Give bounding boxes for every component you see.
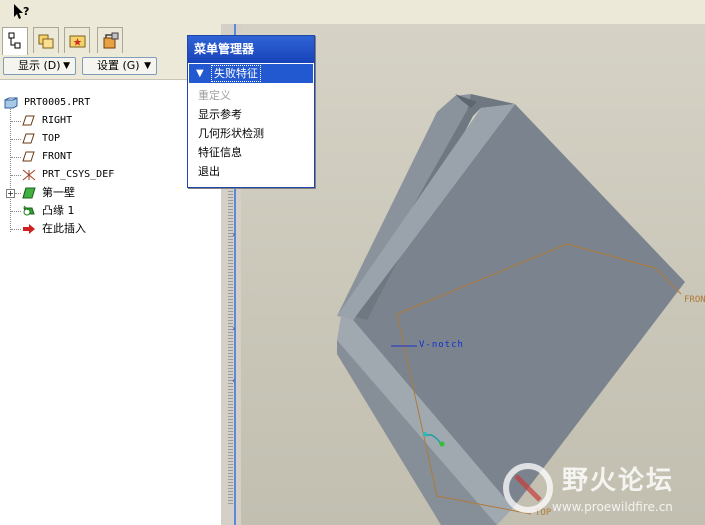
tab-model-tree[interactable] — [2, 27, 28, 55]
show-dropdown-button[interactable]: 显示 (D) ▼ — [3, 57, 76, 75]
datum-front-label[interactable]: FRONT — [684, 295, 705, 305]
tree-item-label: 第一壁 — [42, 186, 75, 199]
dropdown-arrow-icon: ▼ — [63, 61, 70, 71]
sheetmetal-wall-icon — [22, 187, 36, 199]
menu-manager-header[interactable]: ▼ 失败特征 — [189, 64, 313, 83]
tree-connector — [11, 229, 21, 230]
tree-connector — [11, 157, 21, 158]
menu-manager-dialog: 菜单管理器 ▼ 失败特征 重定义 显示参考 几何形状检测 特征信息 退出 — [187, 35, 315, 188]
menu-item-geometry-check[interactable]: 几何形状检测 — [198, 124, 264, 143]
tree-connector — [15, 193, 21, 194]
menu-item-show-ref[interactable]: 显示参考 — [198, 105, 242, 124]
collapse-arrow-icon[interactable]: › — [232, 324, 235, 333]
part-icon — [4, 97, 18, 109]
model-tree-icon — [8, 32, 21, 49]
tree-connector — [11, 175, 21, 176]
coordinate-system-icon — [22, 169, 36, 181]
top-toolbar: ? — [0, 0, 705, 25]
forum-watermark: 野火论坛 www.proewildfire.cn — [496, 456, 701, 522]
tree-connector — [10, 100, 11, 232]
settings-button-label: 设置 (G) — [97, 59, 140, 72]
collapse-triangle-icon[interactable]: ▼ — [196, 64, 204, 83]
favorites-icon — [69, 35, 86, 48]
tab-favorites[interactable] — [64, 27, 90, 53]
insert-here-arrow-icon — [23, 224, 35, 234]
menu-item-redefine: 重定义 — [198, 89, 231, 102]
menu-header-label: 失败特征 — [211, 65, 261, 82]
watermark-title: 野火论坛 — [562, 466, 675, 496]
settings-dropdown-button[interactable]: 设置 (G) ▼ — [82, 57, 157, 75]
tree-item-label: 在此插入 — [42, 222, 86, 235]
menu-item-quit[interactable]: 退出 — [198, 162, 220, 181]
vnotch-label[interactable]: V-notch — [419, 340, 464, 350]
datum-plane-icon — [22, 151, 35, 162]
dropdown-arrow-icon: ▼ — [144, 61, 151, 71]
collapse-arrow-icon[interactable]: › — [232, 230, 235, 239]
tree-item-label: PRT_CSYS_DEF — [42, 169, 115, 180]
whats-this-pointer-icon[interactable]: ? — [12, 3, 32, 21]
watermark-url: www.proewildfire.cn — [552, 500, 673, 514]
collapse-arrow-icon[interactable]: ‹ — [232, 376, 235, 385]
datum-plane-icon — [22, 133, 35, 144]
marker-dot — [423, 432, 427, 436]
menu-manager-title[interactable]: 菜单管理器 — [188, 36, 314, 63]
show-button-label: 显示 (D) — [18, 59, 61, 72]
tree-item-label: RIGHT — [42, 115, 73, 126]
tree-item-label: FRONT — [42, 151, 73, 162]
folder-icon — [38, 34, 54, 49]
marker-dot — [439, 441, 445, 447]
tab-connections[interactable] — [97, 27, 123, 53]
tree-connector — [11, 139, 21, 140]
tree-root-label: PRT0005.PRT — [24, 97, 91, 108]
tree-connector — [11, 211, 21, 212]
tree-item-label: TOP — [42, 133, 61, 144]
svg-text:?: ? — [23, 5, 29, 18]
datum-plane-icon — [22, 115, 35, 126]
connections-icon — [103, 32, 119, 49]
flange-failed-icon — [23, 205, 35, 216]
tab-folder-browser[interactable] — [33, 27, 59, 53]
expand-toggle-icon[interactable]: + — [6, 189, 15, 198]
menu-item-feature-info[interactable]: 特征信息 — [198, 143, 242, 162]
tree-connector — [11, 121, 21, 122]
tree-item-label: 凸缘 1 — [42, 204, 75, 217]
